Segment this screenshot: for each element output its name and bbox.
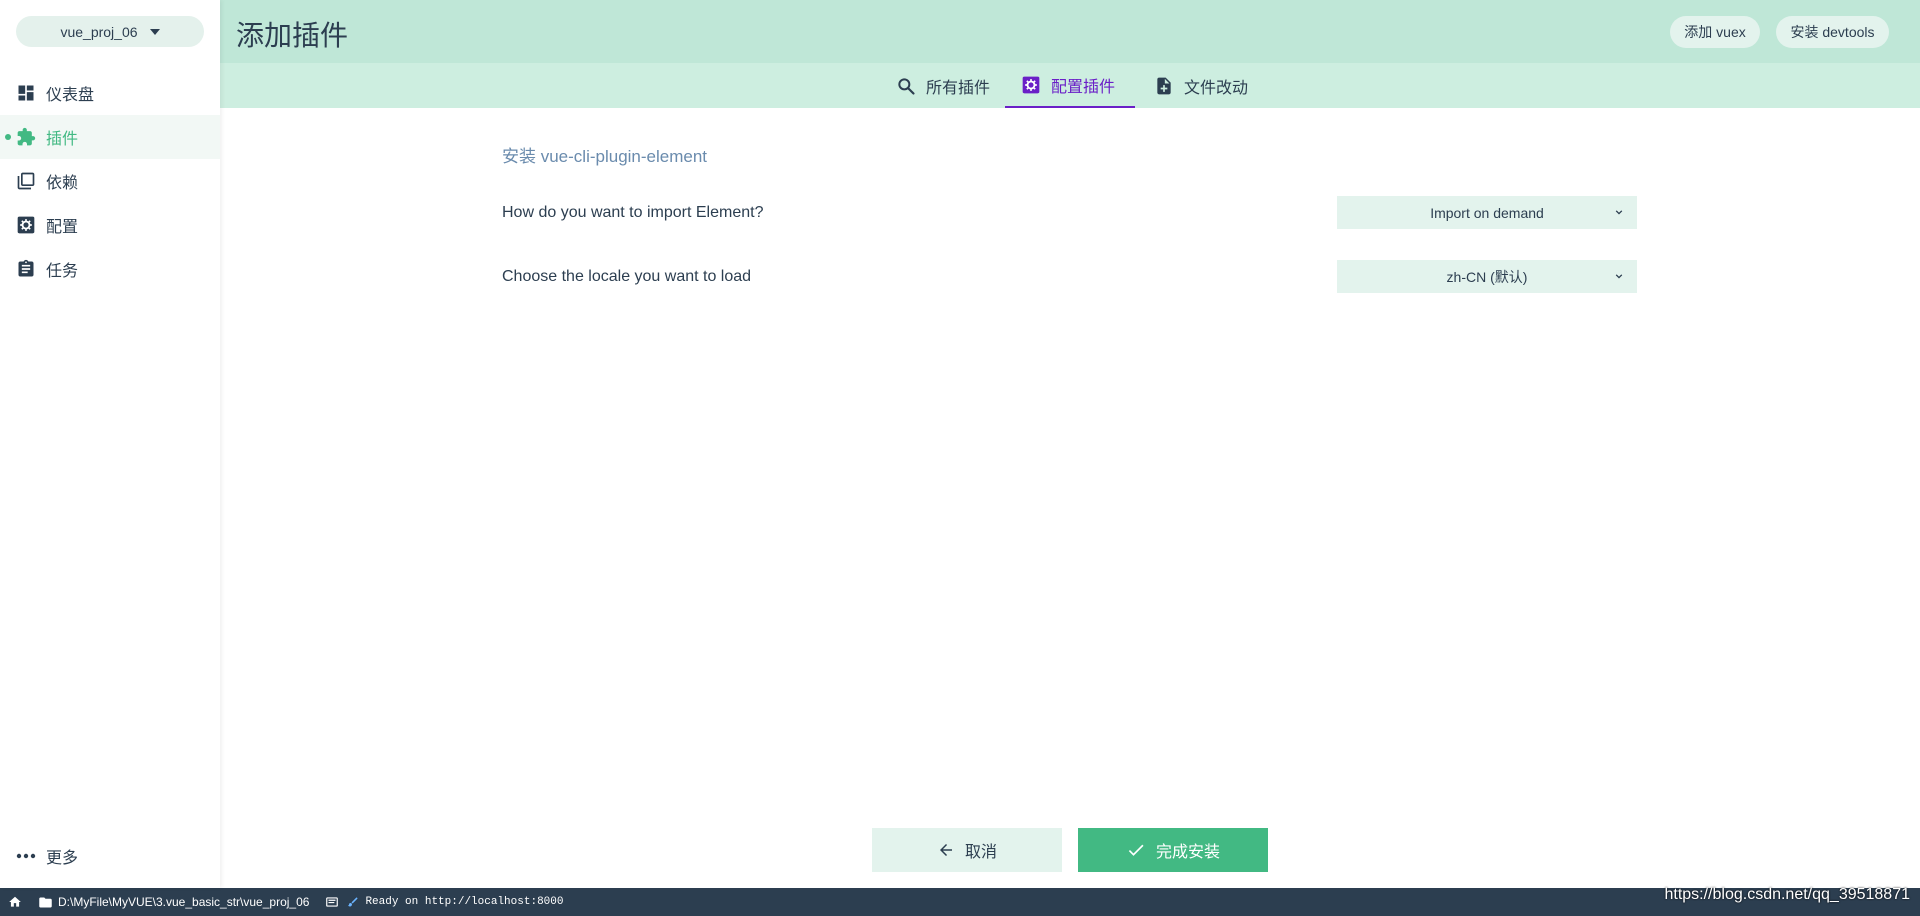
cancel-label: 取消 (964, 844, 997, 861)
settings-icon (1021, 75, 1041, 95)
cancel-button[interactable]: 取消 (872, 828, 1062, 872)
tab-bar: 所有插件 配置插件 文件改动 (220, 63, 1920, 108)
prompt-label: How do you want to import Element? (502, 203, 764, 221)
project-name: vue_proj_06 (60, 23, 138, 40)
tab-configure-plugin[interactable]: 配置插件 (1005, 63, 1135, 108)
main-content: 安装 vue-cli-plugin-element How do you wan… (220, 108, 1920, 888)
select-value: zh-CN (默认) (1446, 268, 1528, 285)
page-title: 添加插件 (236, 20, 349, 51)
sidebar-item-dashboard[interactable]: 仪表盘 (0, 71, 220, 115)
home-icon (9, 896, 21, 907)
tab-file-changes[interactable]: 文件改动 (1138, 63, 1264, 108)
project-selector[interactable]: vue_proj_06 (16, 16, 204, 47)
arrow-left-icon (937, 841, 955, 859)
select-value: Import on demand (1430, 204, 1544, 221)
library-icon (15, 170, 37, 192)
tab-all-plugins[interactable]: 所有插件 (880, 63, 1006, 108)
sidebar-item-label: 配置 (46, 219, 79, 236)
page-header: 添加插件 添加 vuex 安装 devtools (220, 0, 1920, 63)
sidebar-item-label: 任务 (46, 263, 79, 280)
check-icon (1126, 840, 1146, 860)
brush-icon (348, 897, 358, 907)
project-path[interactable]: D:\MyFile\MyVUE\3.vue_basic_str\vue_proj… (30, 888, 317, 916)
import-mode-select[interactable]: Import on demand (1337, 196, 1637, 229)
sidebar-item-tasks[interactable]: 任务 (0, 247, 220, 291)
finish-label: 完成安装 (1155, 844, 1220, 861)
prompt-label: Choose the locale you want to load (502, 267, 752, 285)
sidebar-item-label: 依赖 (46, 175, 79, 192)
chevron-down-icon (1615, 274, 1623, 279)
console-log[interactable]: Ready on http://localhost:8000 (317, 888, 571, 916)
tab-label: 文件改动 (1184, 79, 1249, 97)
sidebar: vue_proj_06 仪表盘 插件 依赖 配置 任务 更多 (0, 0, 220, 888)
sidebar-item-config[interactable]: 配置 (0, 203, 220, 247)
sidebar-item-dependencies[interactable]: 依赖 (0, 159, 220, 203)
dashboard-icon (15, 82, 37, 104)
settings-icon (15, 214, 37, 236)
action-bar: 取消 完成安装 (872, 828, 1268, 872)
install-devtools-button[interactable]: 安装 devtools (1776, 16, 1889, 48)
search-icon (896, 76, 916, 96)
prompt-row: Choose the locale you want to load zh-CN… (502, 260, 1637, 293)
finish-install-button[interactable]: 完成安装 (1078, 828, 1268, 872)
chevron-down-icon (1615, 210, 1623, 215)
console-log-text: Ready on http://localhost:8000 (365, 896, 564, 908)
sidebar-nav: 仪表盘 插件 依赖 配置 任务 (0, 71, 220, 291)
sidebar-item-label: 仪表盘 (46, 87, 95, 104)
more-icon (15, 853, 37, 859)
clipboard-icon (15, 258, 37, 280)
sidebar-item-label: 插件 (46, 131, 79, 148)
tab-label: 所有插件 (926, 79, 991, 97)
prompt-row: How do you want to import Element? Impor… (502, 196, 1637, 229)
file-plus-icon (1154, 76, 1174, 96)
add-vuex-button[interactable]: 添加 vuex (1670, 16, 1760, 48)
app-root: vue_proj_06 仪表盘 插件 依赖 配置 任务 更多 添加插件 添加 v… (0, 0, 1920, 916)
sidebar-more[interactable]: 更多 (0, 836, 220, 876)
tab-label: 配置插件 (1051, 78, 1116, 96)
locale-select[interactable]: zh-CN (默认) (1337, 260, 1637, 293)
project-path-text: D:\MyFile\MyVUE\3.vue_basic_str\vue_proj… (58, 895, 310, 909)
puzzle-icon (15, 126, 37, 148)
sidebar-item-plugins[interactable]: 插件 (0, 115, 220, 159)
home-button[interactable] (0, 888, 30, 916)
console-icon (326, 897, 339, 907)
section-title: 安装 vue-cli-plugin-element (502, 147, 708, 166)
caret-down-icon (149, 28, 160, 35)
status-bar: D:\MyFile\MyVUE\3.vue_basic_str\vue_proj… (0, 888, 1920, 916)
watermark: https://blog.csdn.net/qq_39518871 (1664, 886, 1910, 903)
folder-icon (39, 897, 52, 907)
sidebar-more-label: 更多 (46, 850, 79, 867)
